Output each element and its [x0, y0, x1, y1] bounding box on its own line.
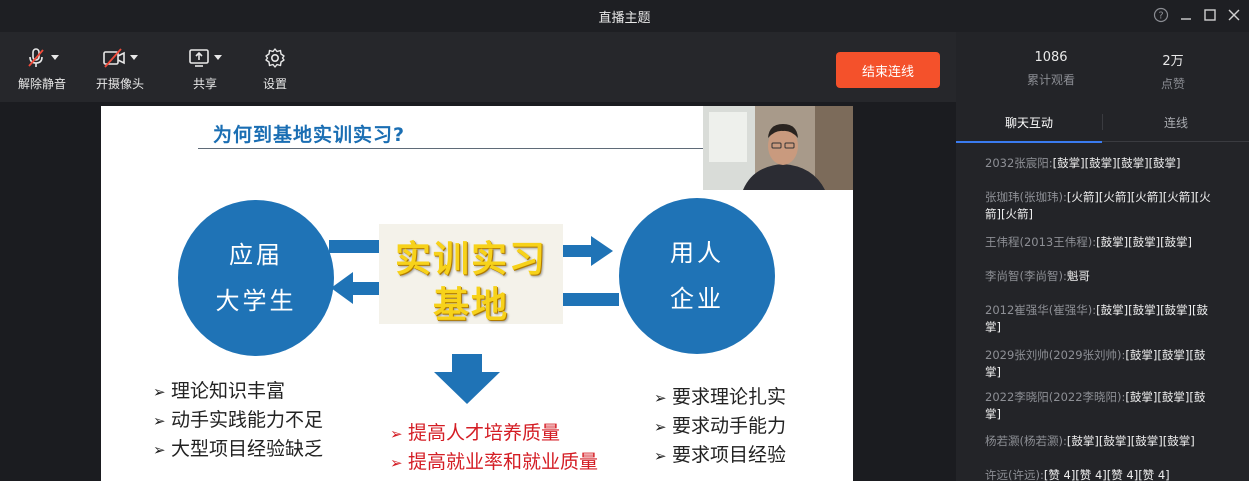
close-icon [1228, 9, 1240, 21]
bullet-arrow-icon: ➢ [153, 441, 166, 459]
camera-label: 开摄像头 [95, 77, 144, 91]
list-item: ➢ 大型项目经验缺乏 [153, 438, 324, 460]
bullet-arrow-icon: ➢ [390, 425, 403, 443]
list-item: ➢ 理论知识丰富 [153, 380, 286, 402]
chat-message: 2012崔强华(崔强华):[鼓掌][鼓掌][鼓掌][鼓掌] [985, 302, 1215, 336]
panel-tabs: 聊天互动 连线 [956, 102, 1249, 143]
share-screen-icon [189, 48, 209, 67]
caret-down-icon[interactable] [51, 54, 59, 61]
bullet-arrow-icon: ➢ [654, 389, 667, 407]
chat-user: 2029张刘帅(2029张刘帅): [985, 348, 1126, 362]
side-panel: 1086 累计观看 2万 点赞 聊天互动 连线 2032张宸阳:[鼓掌][鼓掌]… [956, 32, 1249, 481]
maximize-icon [1204, 9, 1216, 21]
chat-text: [鼓掌][鼓掌][鼓掌][鼓掌] [1052, 156, 1181, 170]
chat-user: 张珈玮(张珈玮): [985, 190, 1067, 204]
bullet-arrow-icon: ➢ [654, 418, 667, 436]
chat-text: [赞 4][赞 4][赞 4][赞 4] [1043, 468, 1170, 481]
graduate-bullets: ➢ 理论知识丰富 ➢ 动手实践能力不足 ➢ 大型项目经验缺乏 [153, 376, 323, 463]
tab-chat[interactable]: 聊天互动 [956, 102, 1102, 143]
close-button[interactable] [1222, 4, 1246, 26]
chat-message: 2022李晓阳(2022李晓阳):[鼓掌][鼓掌][鼓掌] [985, 389, 1215, 423]
likes-count: 2万 [1162, 54, 1184, 69]
unmute-label: 解除静音 [17, 77, 66, 91]
outcome-bullets: ➢ 提高人才培养质量 ➢ 提高就业率和就业质量 [390, 418, 598, 476]
maximize-button[interactable] [1198, 4, 1222, 26]
chat-user: 2022李晓阳(2022李晓阳): [985, 390, 1126, 404]
chat-user: 2012崔强华(崔强华): [985, 303, 1097, 317]
chat-list[interactable]: 2032张宸阳:[鼓掌][鼓掌][鼓掌][鼓掌] 张珈玮(张珈玮):[火箭][火… [956, 144, 1249, 481]
chat-message: 许远(许远):[赞 4][赞 4][赞 4][赞 4] [985, 467, 1215, 481]
camera-button[interactable]: 开摄像头 [92, 46, 148, 92]
chat-message: 李尚智(李尚智):魁哥 [985, 268, 1215, 285]
list-item: ➢ 要求理论扎实 [654, 386, 787, 408]
minimize-icon [1181, 18, 1191, 20]
bullet-arrow-icon: ➢ [654, 447, 667, 465]
shared-screen-stage: 为何到基地实训实习? 应届 大学生 用人 企业 实训实习 基地 ➢ 理论知识丰富… [0, 102, 956, 481]
chat-user: 杨若灏(杨若灏): [985, 434, 1067, 448]
caret-down-icon[interactable] [130, 54, 138, 61]
list-item: ➢ 要求项目经验 [654, 444, 787, 466]
tab-connect[interactable]: 连线 [1103, 102, 1249, 142]
control-toolbar: 解除静音 开摄像头 共享 设置 结束连线 [0, 32, 956, 102]
chat-text: 魁哥 [1066, 269, 1090, 283]
chat-user: 李尚智(李尚智): [985, 269, 1067, 283]
chat-message: 张珈玮(张珈玮):[火箭][火箭][火箭][火箭][火箭][火箭] [985, 189, 1215, 223]
arrow-down [434, 354, 500, 404]
employer-bullets: ➢ 要求理论扎实 ➢ 要求动手能力 ➢ 要求项目经验 [654, 382, 786, 469]
center-word-line: 实训实习 [394, 239, 547, 280]
likes-caption: 点赞 [1160, 77, 1185, 91]
bullet-arrow-icon: ➢ [390, 454, 403, 472]
training-base-box: 实训实习 基地 [379, 224, 563, 326]
list-item: ➢ 提高就业率和就业质量 [390, 451, 599, 473]
chat-text: [鼓掌][鼓掌][鼓掌][鼓掌] [1066, 434, 1195, 448]
gear-icon [265, 47, 285, 68]
bullet-arrow-icon: ➢ [153, 412, 166, 430]
camera-off-icon [103, 47, 125, 68]
chat-message: 2029张刘帅(2029张刘帅):[鼓掌][鼓掌][鼓掌] [985, 347, 1215, 381]
views-count: 1086 [1034, 50, 1068, 65]
live-stream-window: 直播主题 ? 解除静音 开摄像头 共享 设置 结束连线 为何到基地实训实习? 应… [0, 0, 1249, 481]
unmute-button[interactable]: 解除静音 [14, 46, 70, 92]
mic-muted-icon [28, 47, 44, 67]
views-stat: 1086 累计观看 [1006, 50, 1096, 88]
share-button[interactable]: 共享 [184, 46, 226, 92]
window-title: 直播主题 [598, 11, 651, 26]
center-word-line: 基地 [432, 285, 509, 326]
help-icon: ? [1153, 7, 1169, 23]
help-button[interactable]: ? [1149, 4, 1173, 26]
bullet-arrow-icon: ➢ [153, 383, 166, 401]
list-item: ➢ 要求动手能力 [654, 415, 787, 437]
caret-down-icon[interactable] [214, 54, 222, 61]
svg-text:?: ? [1158, 11, 1163, 22]
chat-message: 杨若灏(杨若灏):[鼓掌][鼓掌][鼓掌][鼓掌] [985, 433, 1215, 450]
chat-user: 许远(许远): [985, 468, 1044, 481]
likes-stat: 2万 点赞 [1128, 50, 1218, 92]
minimize-button[interactable] [1174, 4, 1198, 26]
webcam-preview[interactable] [703, 106, 853, 190]
settings-button[interactable]: 设置 [258, 46, 292, 92]
chat-user: 2032张宸阳: [985, 156, 1053, 170]
views-caption: 累计观看 [1026, 73, 1075, 87]
settings-label: 设置 [262, 77, 287, 91]
presenter-video-icon [703, 106, 853, 190]
list-item: ➢ 动手实践能力不足 [153, 409, 324, 431]
chat-message: 王伟程(2013王伟程):[鼓掌][鼓掌][鼓掌] [985, 234, 1215, 251]
title-bar: 直播主题 ? [0, 0, 1249, 32]
end-connection-button[interactable]: 结束连线 [836, 52, 940, 88]
chat-user: 王伟程(2013王伟程): [985, 235, 1097, 249]
chat-text: [鼓掌][鼓掌][鼓掌] [1096, 235, 1193, 249]
share-label: 共享 [192, 77, 217, 91]
chat-message: 2032张宸阳:[鼓掌][鼓掌][鼓掌][鼓掌] [985, 155, 1215, 172]
list-item: ➢ 提高人才培养质量 [390, 422, 561, 444]
